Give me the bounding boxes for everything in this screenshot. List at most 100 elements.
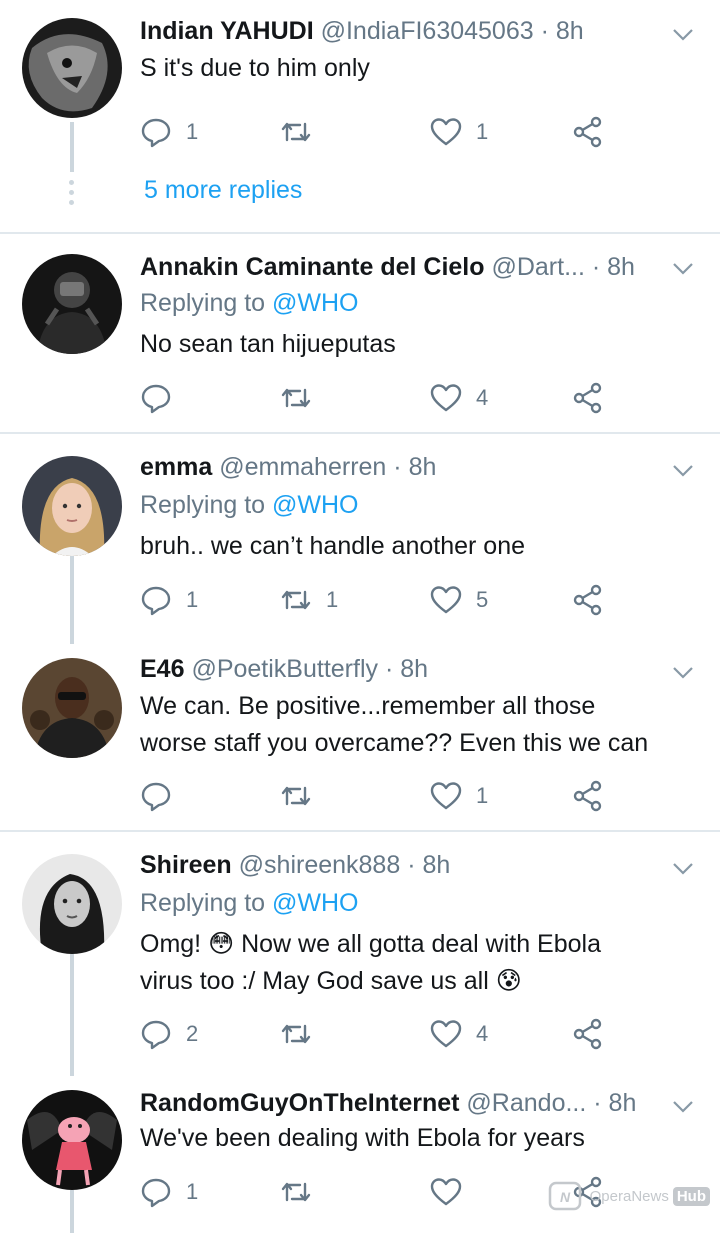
like-button[interactable]: 5	[430, 582, 488, 618]
timestamp[interactable]: 8h	[609, 1089, 637, 1117]
reply-button[interactable]: 1	[140, 114, 198, 150]
avatar[interactable]	[22, 18, 122, 118]
tweet-1[interactable]: Indian YAHUDI @IndiaFI63045063 · 8h S it…	[0, 0, 720, 230]
tweet-5[interactable]: Shireen @shireenk888 · 8h Replying to @W…	[0, 832, 720, 1076]
tweet-header: Annakin Caminante del Cielo @Dart... · 8…	[140, 250, 670, 284]
share-button[interactable]	[572, 1016, 604, 1052]
tweet-header: RandomGuyOnTheInternet @Rando... · 8h	[140, 1086, 670, 1120]
display-name[interactable]: Shireen	[140, 851, 232, 879]
chevron-down-icon[interactable]	[670, 660, 696, 686]
avatar-image	[22, 456, 122, 556]
reply-button[interactable]	[140, 380, 186, 416]
user-handle[interactable]: @IndiaFI63045063	[321, 17, 534, 45]
tweet-text: We can. Be positive...remember all those…	[140, 688, 690, 762]
replying-to: Replying to @WHO	[140, 286, 359, 320]
separator: ·	[540, 17, 549, 45]
tweet-2[interactable]: Annakin Caminante del Cielo @Dart... · 8…	[0, 234, 720, 432]
user-handle[interactable]: @emmaherren	[219, 453, 386, 481]
like-button[interactable]: 4	[430, 380, 488, 416]
share-button[interactable]	[572, 582, 604, 618]
display-name[interactable]: RandomGuyOnTheInternet	[140, 1089, 459, 1117]
like-count: 5	[476, 587, 489, 612]
operanews-logo-icon: N	[548, 1181, 581, 1211]
tweet-text-line: virus too :/ May God save us all 😰	[140, 967, 522, 995]
user-handle[interactable]: @PoetikButterfly	[191, 655, 378, 683]
like-button[interactable]: 4	[430, 1016, 488, 1052]
timestamp[interactable]: 8h	[409, 453, 437, 481]
retweet-button[interactable]	[280, 380, 326, 416]
timestamp[interactable]: 8h	[556, 17, 584, 45]
mention-link[interactable]: @WHO	[272, 289, 358, 317]
display-name[interactable]: Annakin Caminante del Cielo	[140, 253, 485, 281]
chevron-down-icon[interactable]	[670, 856, 696, 882]
share-icon	[573, 780, 602, 812]
separator: ·	[591, 253, 601, 281]
retweet-button[interactable]	[280, 1174, 326, 1210]
chevron-down-icon[interactable]	[670, 256, 696, 282]
reply-button[interactable]	[140, 778, 186, 814]
share-icon	[573, 584, 602, 616]
retweet-button[interactable]	[280, 114, 326, 150]
share-button[interactable]	[572, 380, 604, 416]
reply-button[interactable]: 2	[140, 1016, 198, 1052]
like-count: 1	[476, 119, 489, 144]
avatar[interactable]	[22, 854, 122, 954]
tweet-text: No sean tan hijueputas	[140, 330, 396, 358]
user-handle[interactable]: @Dart...	[491, 253, 584, 281]
reply-icon	[141, 586, 171, 616]
more-replies-link[interactable]: 5 more replies	[144, 176, 302, 205]
reply-count: 1	[186, 587, 199, 612]
replying-to-label: Replying to	[140, 491, 266, 519]
avatar[interactable]	[22, 254, 122, 354]
replying-to-label: Replying to	[140, 889, 266, 917]
reply-icon	[141, 384, 171, 414]
timestamp[interactable]: 8h	[422, 851, 450, 879]
replying-to-label: Replying to	[140, 289, 266, 317]
retweet-icon	[281, 1182, 311, 1202]
tweet-4[interactable]: E46 @PoetikButterfly · 8h We can. Be pos…	[0, 644, 720, 830]
retweet-button[interactable]	[280, 778, 326, 814]
retweet-icon	[281, 590, 311, 610]
like-button[interactable]: 1	[430, 114, 488, 150]
chevron-down-icon[interactable]	[670, 458, 696, 484]
tweet-text: S it's due to him only	[140, 54, 370, 82]
share-icon	[573, 116, 602, 148]
tweet-3[interactable]: emma @emmaherren · 8h Replying to @WHO b…	[0, 434, 720, 644]
display-name[interactable]: emma	[140, 453, 212, 481]
thread-line	[70, 556, 74, 644]
share-button[interactable]	[572, 778, 604, 814]
chevron-down-icon[interactable]	[670, 1094, 696, 1120]
avatar[interactable]	[22, 456, 122, 556]
svg-text:N: N	[560, 1189, 571, 1205]
mention-link[interactable]: @WHO	[272, 889, 358, 917]
reply-count: 2	[186, 1021, 199, 1046]
avatar-image	[22, 658, 122, 758]
retweet-button[interactable]: 1	[280, 582, 338, 618]
replying-to: Replying to @WHO	[140, 488, 359, 522]
like-count: 4	[476, 1021, 489, 1046]
retweet-icon	[281, 388, 311, 408]
share-icon	[573, 382, 602, 414]
tweet-header: emma @emmaherren · 8h	[140, 450, 670, 484]
timestamp[interactable]: 8h	[400, 655, 428, 683]
user-handle[interactable]: @Rando...	[466, 1089, 586, 1117]
chevron-down-icon[interactable]	[670, 22, 696, 48]
tweet-actions: 1	[140, 778, 620, 814]
reply-button[interactable]: 1	[140, 582, 198, 618]
mention-link[interactable]: @WHO	[272, 491, 358, 519]
retweet-button[interactable]	[280, 1016, 326, 1052]
like-button[interactable]: 1	[430, 778, 488, 814]
display-name[interactable]: E46	[140, 655, 184, 683]
share-button[interactable]	[572, 114, 604, 150]
tweet-header: Indian YAHUDI @IndiaFI63045063 · 8h	[140, 14, 670, 48]
avatar[interactable]	[22, 1090, 122, 1190]
user-handle[interactable]: @shireenk888	[239, 851, 401, 879]
reply-button[interactable]: 1	[140, 1174, 198, 1210]
avatar[interactable]	[22, 658, 122, 758]
like-button[interactable]	[430, 1174, 476, 1210]
like-count: 1	[476, 783, 489, 808]
display-name[interactable]: Indian YAHUDI	[140, 17, 314, 45]
like-count: 4	[476, 385, 489, 410]
replying-to: Replying to @WHO	[140, 886, 359, 920]
timestamp[interactable]: 8h	[607, 253, 635, 281]
